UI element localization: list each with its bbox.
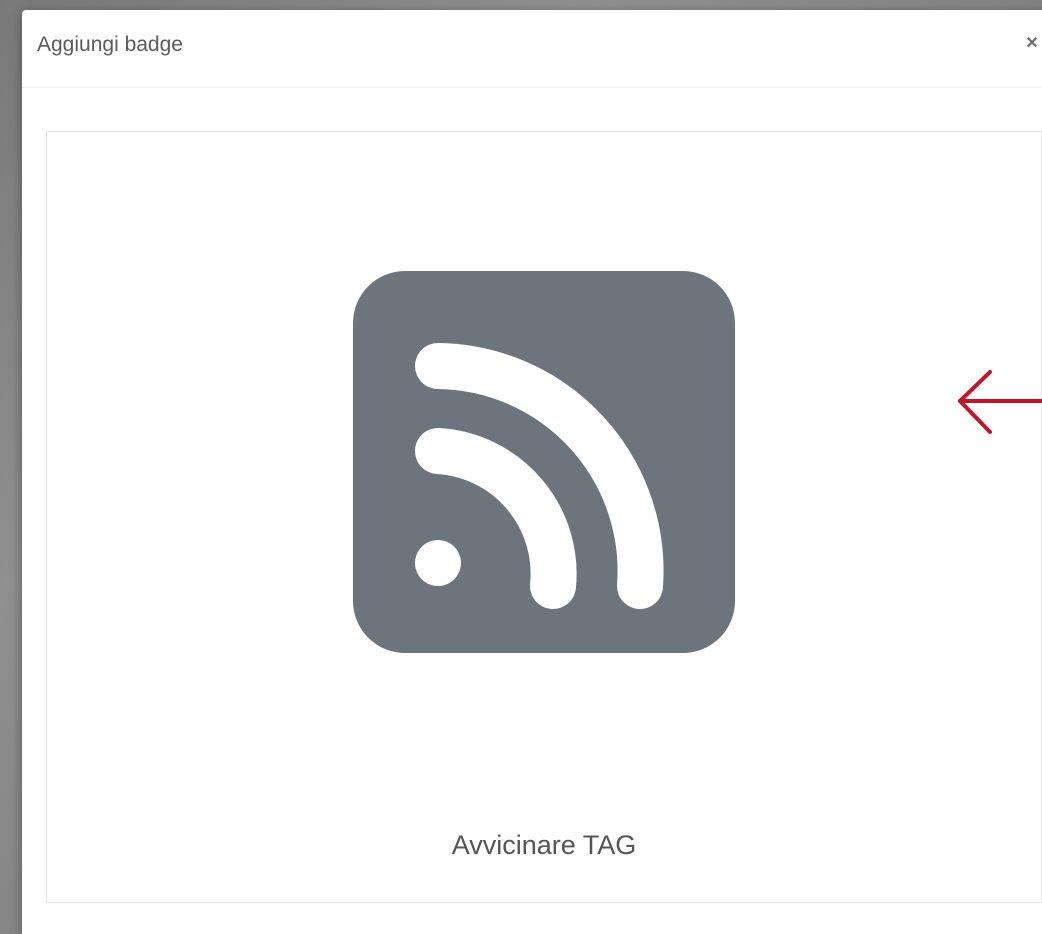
dialog-header: Aggiungi badge × <box>22 10 1042 88</box>
approach-tag-label: Avvicinare TAG <box>451 830 637 860</box>
add-badge-dialog: Aggiungi badge × Avvicinare TAG <box>22 10 1042 934</box>
arrow-left-icon <box>958 370 1042 434</box>
dialog-title: Aggiungi badge <box>37 33 183 56</box>
rss-icon <box>353 271 735 653</box>
close-button[interactable]: × <box>1022 28 1042 58</box>
tag-reader-panel: Avvicinare TAG <box>46 131 1042 903</box>
